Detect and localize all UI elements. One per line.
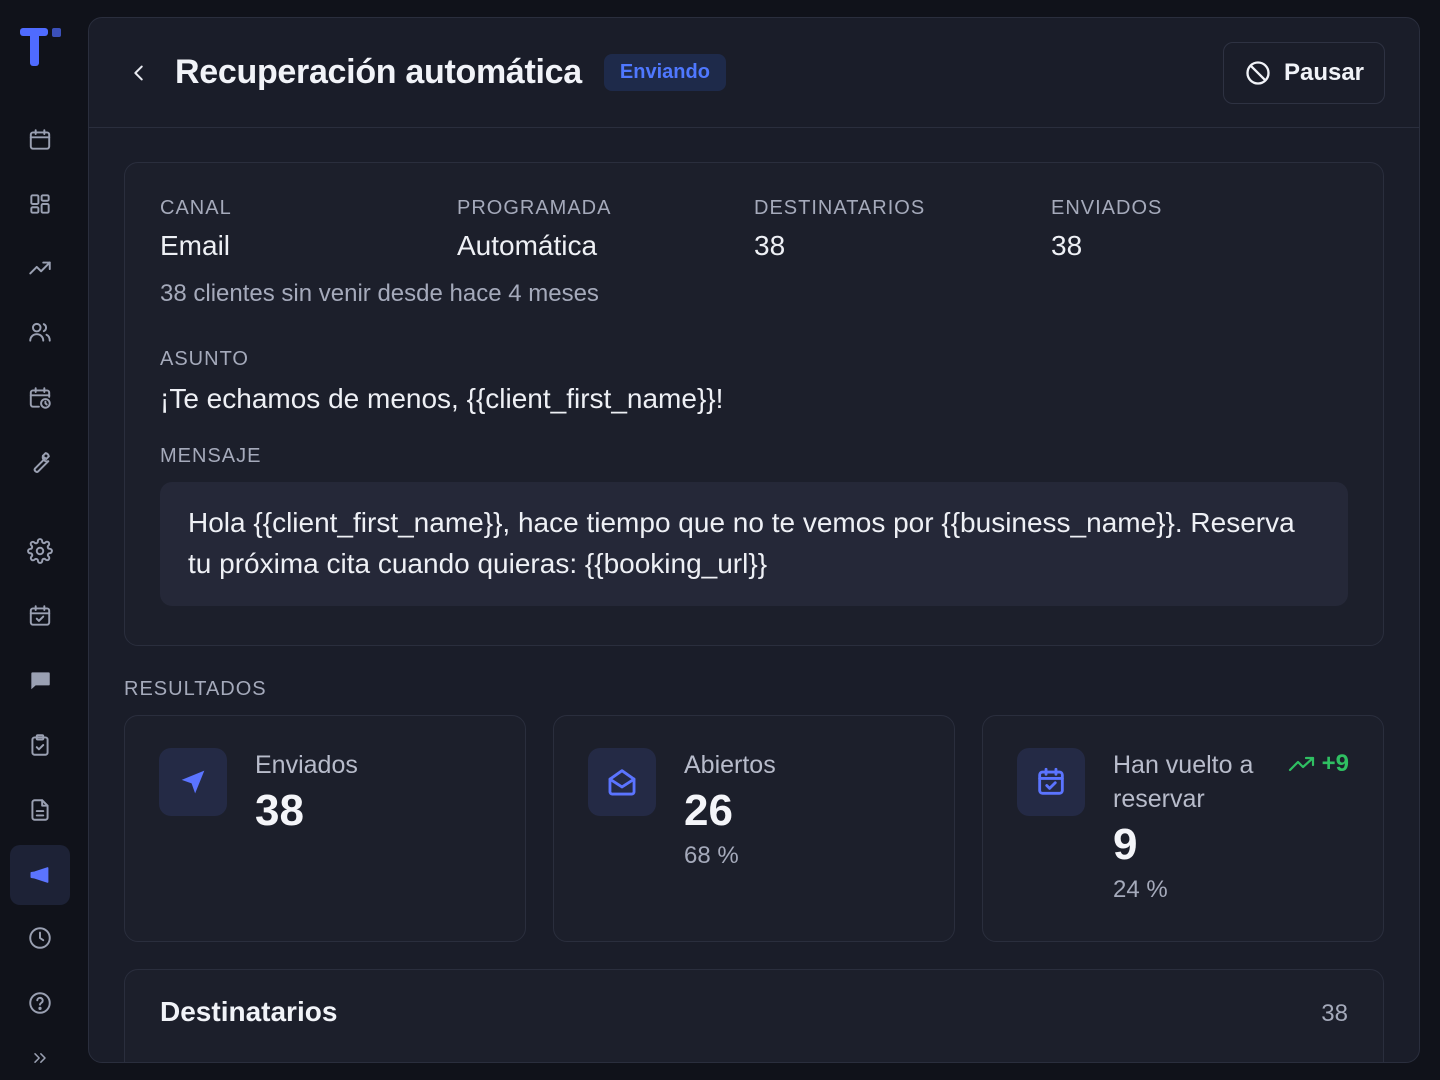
calendar-check-icon bbox=[1017, 748, 1085, 816]
content: CANAL Email PROGRAMADA Automática DESTIN… bbox=[89, 128, 1419, 1062]
stat-value: 26 bbox=[684, 786, 733, 835]
status-badge: Enviando bbox=[603, 54, 726, 91]
campaign-detail-panel: Recuperación automática Enviando Pausar … bbox=[88, 17, 1420, 1063]
meta-row: CANAL Email PROGRAMADA Automática DESTIN… bbox=[160, 197, 1348, 262]
page-title: Recuperación automática bbox=[175, 53, 582, 91]
recipients-title: Destinatarios bbox=[160, 996, 338, 1027]
recipients-count: 38 bbox=[1321, 1000, 1348, 1027]
expand-sidebar-icon[interactable] bbox=[10, 1036, 70, 1080]
nav-tools-icon[interactable] bbox=[10, 432, 70, 492]
nav-analytics-icon[interactable] bbox=[10, 238, 70, 298]
stat-card-rebooked: Han vuelto a reservar 9 24 % +9 bbox=[982, 715, 1384, 942]
trend-value: +9 bbox=[1321, 750, 1349, 777]
nav-history-icon[interactable] bbox=[10, 908, 70, 968]
stat-percent: 68 % bbox=[684, 842, 739, 869]
ban-icon bbox=[1246, 61, 1270, 85]
nav-messages-icon[interactable] bbox=[10, 650, 70, 710]
subject-label: ASUNTO bbox=[160, 348, 249, 370]
sent-field: ENVIADOS 38 bbox=[1051, 197, 1348, 262]
stat-card-sent: Enviados 38 bbox=[124, 715, 526, 942]
scheduled-label: PROGRAMADA bbox=[457, 197, 612, 219]
chevron-left-icon bbox=[134, 65, 143, 80]
page-header: Recuperación automática Enviando Pausar bbox=[89, 18, 1419, 128]
nav-settings-icon[interactable] bbox=[10, 521, 70, 581]
results-stats: Enviados 38 Abiertos 26 68 % Han vuelto … bbox=[124, 715, 1384, 942]
nav-calendar-icon[interactable] bbox=[10, 110, 70, 170]
scheduled-value: Automática bbox=[457, 230, 598, 261]
nav-help-icon[interactable] bbox=[10, 973, 70, 1033]
send-icon bbox=[159, 748, 227, 816]
stat-card-opened: Abiertos 26 68 % bbox=[553, 715, 955, 942]
stat-percent: 24 % bbox=[1113, 876, 1168, 903]
recipients-field: DESTINATARIOS 38 bbox=[754, 197, 1051, 262]
subject-value: ¡Te echamos de menos, {{client_first_nam… bbox=[160, 383, 724, 414]
sent-label: ENVIADOS bbox=[1051, 197, 1163, 219]
recipients-value: 38 bbox=[754, 230, 786, 261]
message-preview: Hola {{client_first_name}}, hace tiempo … bbox=[160, 482, 1348, 606]
stat-title: Abiertos bbox=[684, 751, 776, 779]
pause-button[interactable]: Pausar bbox=[1223, 42, 1385, 104]
channel-field: CANAL Email bbox=[160, 197, 457, 262]
nav-documents-icon[interactable] bbox=[10, 780, 70, 840]
envelope-open-icon bbox=[588, 748, 656, 816]
nav-campaigns-icon[interactable] bbox=[10, 845, 70, 905]
nav-tasks-icon[interactable] bbox=[10, 715, 70, 775]
sidebar bbox=[0, 0, 80, 1080]
sent-value: 38 bbox=[1051, 230, 1083, 261]
recipients-label: DESTINATARIOS bbox=[754, 197, 926, 219]
stat-title: Han vuelto a reservar bbox=[1113, 751, 1254, 813]
channel-value: Email bbox=[160, 230, 231, 261]
scheduled-field: PROGRAMADA Automática bbox=[457, 197, 754, 262]
stat-value: 38 bbox=[255, 786, 304, 835]
results-label: RESULTADOS bbox=[124, 678, 267, 700]
message-label: MENSAJE bbox=[160, 445, 262, 467]
app-logo[interactable] bbox=[20, 28, 62, 68]
stat-value: 9 bbox=[1113, 820, 1138, 869]
nav-clients-icon[interactable] bbox=[10, 302, 70, 362]
nav-bookings-icon[interactable] bbox=[10, 586, 70, 646]
nav-dashboard-icon[interactable] bbox=[10, 174, 70, 234]
trending-up-icon bbox=[1288, 756, 1314, 772]
stat-title: Enviados bbox=[255, 751, 358, 779]
campaign-info-card: CANAL Email PROGRAMADA Automática DESTIN… bbox=[124, 162, 1384, 646]
back-button[interactable] bbox=[127, 61, 151, 85]
nav-schedule-icon[interactable] bbox=[10, 368, 70, 428]
channel-label: CANAL bbox=[160, 197, 232, 219]
pause-button-label: Pausar bbox=[1283, 59, 1365, 86]
trend-badge: +9 bbox=[1288, 750, 1349, 778]
audience-description: 38 clientes sin venir desde hace 4 meses bbox=[160, 280, 599, 307]
recipients-section[interactable]: Destinatarios 38 bbox=[124, 969, 1384, 1062]
